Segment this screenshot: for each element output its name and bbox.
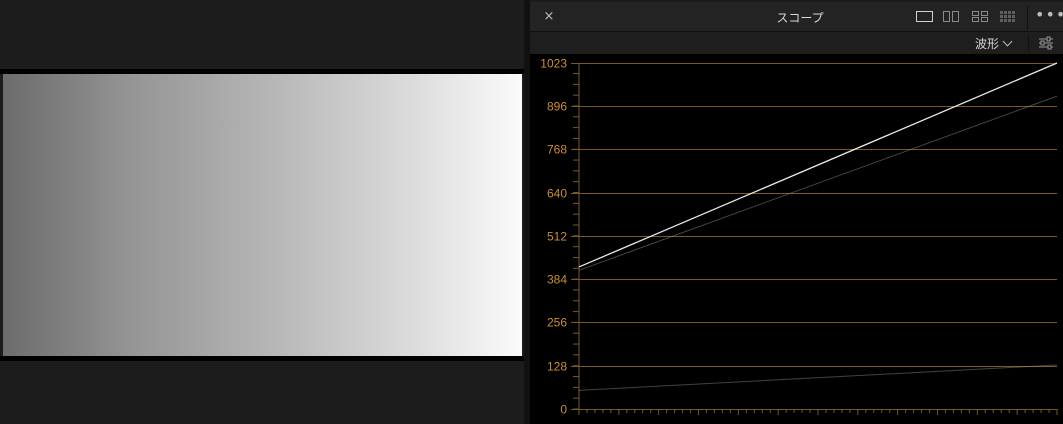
octo-view-icon[interactable]	[1000, 11, 1017, 22]
waveform-scope: 0 128 256 384 512 640 768 896 1023	[530, 54, 1063, 424]
y-tick-label: 640	[547, 187, 567, 201]
scope-panel: × スコープ ••• 波形 01282	[530, 0, 1063, 424]
more-icon[interactable]: •••	[1035, 5, 1063, 25]
y-tick-label: 384	[547, 273, 567, 287]
video-frame-gradient	[3, 74, 522, 356]
toolbar-separator	[1028, 34, 1029, 52]
waveform-chart: 0 128 256 384 512 640 768 896 1023	[540, 57, 1058, 417]
close-icon[interactable]: ×	[540, 8, 558, 26]
header-separator	[1027, 6, 1028, 30]
y-tick-label: 0	[560, 403, 567, 417]
single-view-icon[interactable]	[916, 11, 933, 22]
y-tick-label: 1023	[540, 57, 567, 71]
viewer-panel	[0, 0, 524, 424]
scope-mode-dropdown[interactable]: 波形	[975, 35, 1013, 51]
y-tick-label: 512	[547, 230, 567, 244]
scope-header: × スコープ •••	[530, 2, 1063, 32]
y-tick-label: 256	[547, 316, 567, 330]
letterbox-bar-bottom	[0, 356, 524, 361]
panel-title: スコープ	[776, 11, 824, 25]
scope-mode-label: 波形	[975, 37, 1000, 51]
quad-view-icon[interactable]	[972, 11, 989, 22]
y-tick-label: 896	[547, 100, 567, 114]
scope-toolbar: 波形	[530, 32, 1063, 54]
waveform-trace	[578, 95, 1058, 271]
dual-view-icon[interactable]	[943, 11, 960, 22]
y-tick-label: 128	[547, 360, 567, 374]
settings-sliders-icon[interactable]	[1038, 36, 1054, 50]
y-tick-label: 768	[547, 143, 567, 157]
waveform-trace	[578, 364, 1058, 391]
chevron-down-icon	[1002, 36, 1013, 47]
